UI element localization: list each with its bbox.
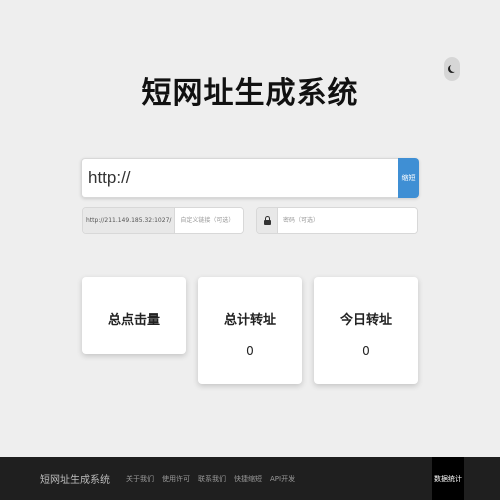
footer-link-contact[interactable]: 联系我们 xyxy=(198,474,226,484)
domain-prefix: http://211.149.185.32:1027/ xyxy=(83,208,176,233)
footer-brand-link[interactable]: 短网址生成系统 xyxy=(40,471,110,486)
custom-suffix-input[interactable] xyxy=(175,208,243,233)
footer-stats-link[interactable]: 数据统计 xyxy=(432,457,464,500)
url-form: 缩短 xyxy=(81,158,419,198)
stat-card-today-redirects: 今日转址 0 xyxy=(314,277,418,384)
page-title: 短网址生成系统 xyxy=(141,76,359,111)
password-group xyxy=(256,207,418,234)
stat-label: 总计转址 xyxy=(223,313,276,328)
stat-label: 总点击量 xyxy=(107,313,160,328)
footer-nav: 关于我们 使用许可 联系我们 快捷缩短 API开发 xyxy=(118,474,295,484)
password-input[interactable] xyxy=(278,208,417,233)
footer-link-quick-shorten[interactable]: 快捷缩短 xyxy=(234,474,262,484)
footer: 短网址生成系统 关于我们 使用许可 联系我们 快捷缩短 API开发 数据统计 xyxy=(0,457,500,500)
footer-link-license[interactable]: 使用许可 xyxy=(162,474,190,484)
shorten-button[interactable]: 缩短 xyxy=(398,158,419,198)
stat-card-total-redirects: 总计转址 0 xyxy=(198,277,302,384)
lock-icon xyxy=(263,216,271,225)
custom-link-group: http://211.149.185.32:1027/ xyxy=(82,207,244,234)
footer-link-about[interactable]: 关于我们 xyxy=(126,474,154,484)
password-addon xyxy=(257,208,278,233)
footer-link-api[interactable]: API开发 xyxy=(270,474,295,484)
stat-value: 0 xyxy=(362,344,370,358)
stat-value: 0 xyxy=(246,344,254,358)
stat-label: 今日转址 xyxy=(339,313,392,328)
url-input[interactable] xyxy=(81,158,398,198)
stat-card-total-clicks: 总点击量 xyxy=(82,277,186,354)
